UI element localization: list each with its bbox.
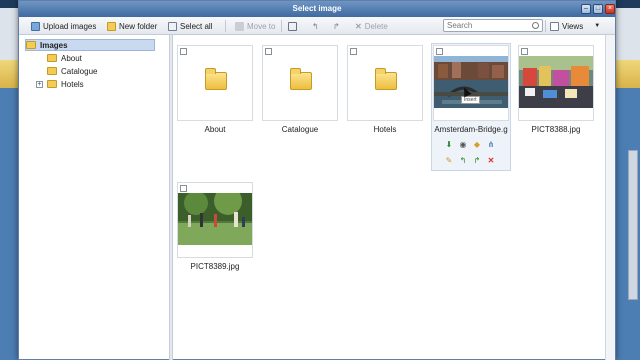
folder-tree: Images About Catalogue + Hotels [25,39,165,357]
thumbnail-image-amsterdam-bridge[interactable]: Amsterdam-Bridge.g [433,45,509,134]
close-button[interactable]: × [605,4,615,14]
pict8389-photo [178,193,252,245]
thumbnail-caption: Amsterdam-Bridge.g [434,125,508,134]
rotate-left-icon[interactable]: ↰ [312,20,319,32]
thumbnail-frame [347,45,423,121]
move-to-button[interactable]: Move to [235,20,275,32]
rotate-right-icon[interactable]: ↱ [473,157,481,165]
select-checkbox[interactable] [521,48,528,55]
thumbnail-folder-catalogue[interactable]: Catalogue [262,45,338,134]
thumbnail-frame [433,45,509,121]
folder-icon [290,68,312,90]
upload-images-label: Upload images [43,21,97,31]
thumbnail-frame [177,182,253,258]
thumbnail-actions-row-2: ✎ ↰ ↱ ✕ [445,157,495,165]
views-icon [550,21,559,31]
crop-glyph-icon [288,21,297,31]
new-folder-button[interactable]: New folder [107,20,157,32]
upload-icon [31,21,40,31]
panel-splitter[interactable] [169,35,173,360]
tree-item-catalogue[interactable]: Catalogue [47,65,97,77]
tree-item-images[interactable]: Images [25,39,155,51]
select-checkbox[interactable] [265,48,272,55]
new-folder-icon [107,21,116,31]
delete-icon[interactable]: ✕ [487,157,495,165]
rotate-right-icon[interactable]: ↱ [333,20,340,32]
minimize-button[interactable]: – [581,4,591,14]
folder-icon [375,68,397,90]
dialog-title: Select image [292,4,342,13]
thumbnail-frame [177,45,253,121]
background-scrollbar[interactable] [628,150,638,300]
views-label: Views [562,21,584,31]
thumbnail-folder-hotels[interactable]: Hotels [347,45,423,134]
folder-icon [47,54,57,62]
thumbnail-folder-about[interactable]: About [177,45,253,134]
edit-icon[interactable]: ✎ [445,157,453,165]
crop-icon[interactable] [288,20,297,32]
folder-icon [26,41,36,49]
tag-icon[interactable]: ◆ [473,141,481,149]
upload-images-button[interactable]: Upload images [31,20,96,32]
folder-icon [205,68,227,90]
search-input[interactable] [444,20,528,31]
select-all-button[interactable]: Select all [168,20,212,32]
thumbnail-actions-row-1: ⬇ ◉ ◆ ⋔ [445,141,495,149]
select-checkbox[interactable] [180,185,187,192]
select-checkbox[interactable] [436,48,443,55]
download-icon[interactable]: ⬇ [445,141,453,149]
tree-item-hotels[interactable]: + Hotels [36,78,84,90]
views-button[interactable]: Views ▼ [550,20,600,32]
toolbar-separator [545,20,546,32]
tree-item-label: Catalogue [61,66,98,76]
tree-item-label: Images [40,40,68,50]
select-all-label: Select all [180,21,213,31]
rotate-left-icon[interactable]: ↰ [459,157,467,165]
thumbnail-frame [518,45,594,121]
toolbar: Upload images New folder Select all Move… [19,17,615,35]
toolbar-separator [281,20,282,32]
search-field[interactable] [443,19,543,32]
search-icon [532,22,539,29]
select-image-dialog: Select image – □ × Upload images New fol… [18,0,616,360]
tree-item-label: About [61,53,82,63]
maximize-button[interactable]: □ [593,4,603,14]
tree-item-label: Hotels [61,79,84,89]
chevron-down-icon: ▼ [594,23,601,29]
thumbnail-caption: Catalogue [281,125,319,134]
thumbnail-caption: Hotels [373,125,397,134]
select-checkbox[interactable] [180,48,187,55]
move-to-icon [235,21,244,31]
pict8388-photo [519,56,593,108]
move-to-label: Move to [247,21,276,31]
thumbnail-caption: PICT8389.jpg [190,262,240,271]
tree-item-about[interactable]: About [47,52,82,64]
expand-icon[interactable]: + [36,80,43,88]
dialog-titlebar[interactable]: Select image – □ × [19,1,615,17]
thumbnail-image-pict8388[interactable]: PICT8388.jpg [518,45,594,134]
toolbar-separator [225,20,226,32]
content-scrollbar[interactable] [605,35,615,360]
folder-icon [47,80,57,88]
thumbnail-caption: PICT8388.jpg [531,125,581,134]
select-all-icon [168,21,177,31]
new-folder-label: New folder [119,21,158,31]
delete-button[interactable]: ✕ Delete [355,20,388,32]
folder-icon [47,67,57,75]
thumbnail-caption: About [204,125,226,134]
delete-icon: ✕ [355,21,362,31]
select-checkbox[interactable] [350,48,357,55]
preview-eye-icon[interactable]: ◉ [459,141,467,149]
thumbnail-image-pict8389[interactable]: PICT8389.jpg [177,182,253,271]
thumbnail-frame [262,45,338,121]
share-icon[interactable]: ⋔ [487,141,495,149]
delete-label: Delete [364,21,388,31]
